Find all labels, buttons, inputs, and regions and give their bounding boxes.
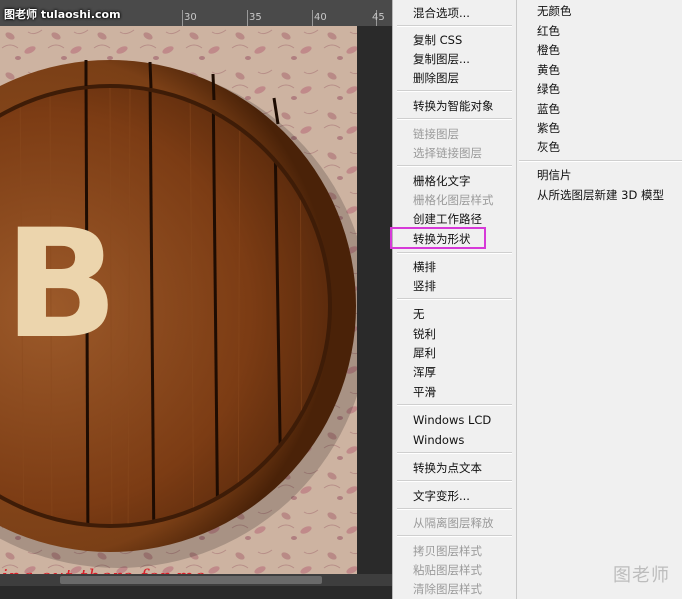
menu-item-delete-layer[interactable]: 删除图层 xyxy=(413,71,459,85)
menu-separator xyxy=(397,452,512,454)
menu-item-create-work-path[interactable]: 创建工作路径 xyxy=(413,212,482,226)
menu-item-convert-point-text[interactable]: 转换为点文本 xyxy=(413,461,482,475)
document-canvas[interactable]: B ing out there for me xyxy=(0,26,392,599)
menu-item-aa-strong[interactable]: 浑厚 xyxy=(413,365,436,379)
scrollbar-thumb[interactable] xyxy=(60,576,322,584)
submenu-item-yellow[interactable]: 黄色 xyxy=(537,63,560,77)
menu-separator xyxy=(397,404,512,406)
menu-item-windows-lcd[interactable]: Windows LCD xyxy=(413,413,491,427)
menu-separator xyxy=(397,165,512,167)
menu-item-select-linked-layers: 选择链接图层 xyxy=(413,146,482,160)
submenu-item-no-color[interactable]: 无颜色 xyxy=(537,4,572,18)
watermark-bottom: 图老师 xyxy=(613,565,670,586)
menu-separator xyxy=(397,90,512,92)
menu-item-convert-smart-object[interactable]: 转换为智能对象 xyxy=(413,99,494,113)
menu-item-blending-options[interactable]: 混合选项... xyxy=(413,6,470,20)
horizontal-ruler: 30 35 40 45 图老师 tulaoshi.com xyxy=(0,0,392,27)
submenu-item-red[interactable]: 红色 xyxy=(537,24,560,38)
menu-separator xyxy=(397,508,512,510)
submenu-item-green[interactable]: 绿色 xyxy=(537,82,560,96)
menu-item-vertical[interactable]: 竖排 xyxy=(413,279,436,293)
layer-context-menu: 混合选项... 复制 CSS 复制图层... 删除图层 转换为智能对象 链接图层… xyxy=(392,0,517,599)
wood-barrel-illustration: B xyxy=(0,26,357,586)
submenu-item-gray[interactable]: 灰色 xyxy=(537,140,560,154)
ruler-label: 30 xyxy=(184,12,197,23)
menu-separator xyxy=(397,118,512,120)
watermark-top: 图老师 tulaoshi.com xyxy=(4,8,121,21)
highlight-annotation xyxy=(390,227,486,249)
submenu-separator xyxy=(519,160,682,162)
ruler-label: 45 xyxy=(372,12,385,23)
submenu-item-orange[interactable]: 橙色 xyxy=(537,43,560,57)
menu-item-copy-css[interactable]: 复制 CSS xyxy=(413,33,462,47)
menu-item-aa-crisp[interactable]: 犀利 xyxy=(413,346,436,360)
menu-item-release-isolation: 从隔离图层释放 xyxy=(413,516,494,530)
menu-item-paste-layer-style: 粘贴图层样式 xyxy=(413,563,482,577)
menu-item-horizontal[interactable]: 横排 xyxy=(413,260,436,274)
menu-separator xyxy=(397,535,512,537)
menu-separator xyxy=(397,25,512,27)
menu-item-duplicate-layer[interactable]: 复制图层... xyxy=(413,52,470,66)
menu-item-clear-layer-style: 清除图层样式 xyxy=(413,582,482,596)
ruler-label: 35 xyxy=(249,12,262,23)
menu-separator xyxy=(397,480,512,482)
menu-item-link-layers: 链接图层 xyxy=(413,127,459,141)
menu-item-rasterize-type[interactable]: 栅格化文字 xyxy=(413,174,471,188)
menu-item-copy-layer-style: 拷贝图层样式 xyxy=(413,544,482,558)
submenu-item-violet[interactable]: 紫色 xyxy=(537,121,560,135)
submenu-item-blue[interactable]: 蓝色 xyxy=(537,102,560,116)
horizontal-scrollbar[interactable] xyxy=(0,574,392,586)
menu-item-aa-sharp[interactable]: 锐利 xyxy=(413,327,436,341)
submenu-item-new-3d-model[interactable]: 从所选图层新建 3D 模型 xyxy=(537,188,664,202)
submenu-item-postcard[interactable]: 明信片 xyxy=(537,168,572,182)
menu-separator xyxy=(397,298,512,300)
ruler-label: 40 xyxy=(314,12,327,23)
menu-item-aa-smooth[interactable]: 平滑 xyxy=(413,385,436,399)
document-artwork: B ing out there for me xyxy=(0,26,357,586)
menu-item-rasterize-layer-style: 栅格化图层样式 xyxy=(413,193,494,207)
menu-item-aa-none[interactable]: 无 xyxy=(413,307,425,321)
letter-b: B xyxy=(4,198,118,372)
color-label-submenu: 无颜色 红色 橙色 黄色 绿色 蓝色 紫色 灰色 明信片 从所选图层新建 3D … xyxy=(517,0,682,599)
menu-item-windows[interactable]: Windows xyxy=(413,433,464,447)
menu-separator xyxy=(397,252,512,254)
menu-item-warp-text[interactable]: 文字变形... xyxy=(413,489,470,503)
